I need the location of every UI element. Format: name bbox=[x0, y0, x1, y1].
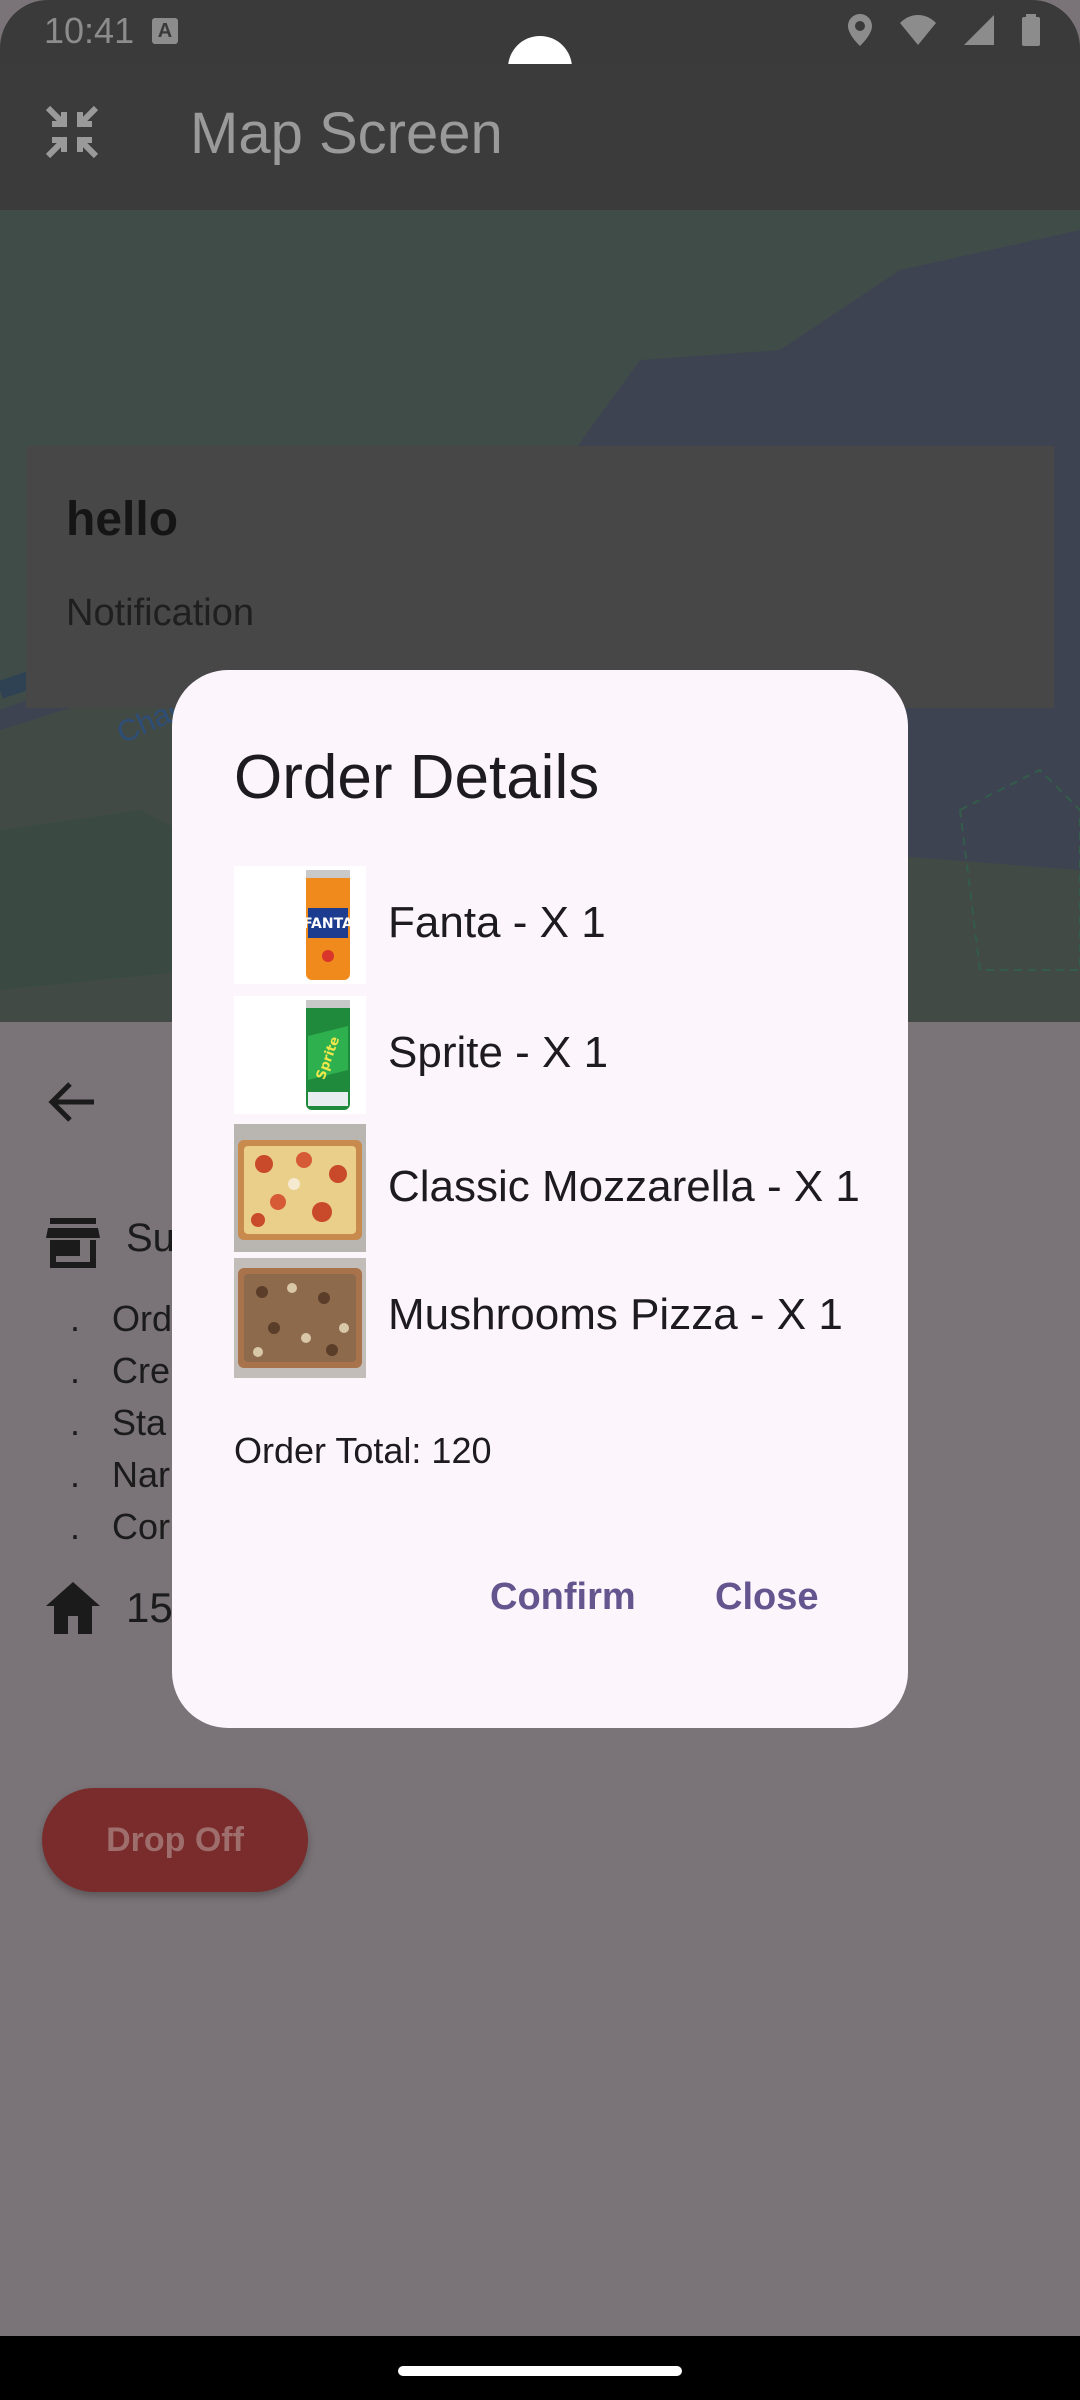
wifi-icon bbox=[900, 15, 936, 50]
collapse-icon[interactable] bbox=[44, 104, 100, 160]
notification-body: Notification bbox=[66, 592, 254, 634]
detail-line: . Sta bbox=[70, 1402, 167, 1443]
app-title: Map Screen bbox=[190, 101, 503, 166]
location-icon bbox=[848, 14, 872, 51]
store-name: Su bbox=[126, 1216, 175, 1260]
close-button[interactable]: Close bbox=[715, 1576, 818, 1619]
address-text: 15 bbox=[126, 1584, 173, 1631]
drop-off-button[interactable]: Drop Off bbox=[42, 1788, 308, 1892]
order-item: FANTA Fanta - X 1 bbox=[234, 866, 874, 984]
notification-title: hello bbox=[66, 493, 179, 546]
order-item: Sprite Sprite - X 1 bbox=[234, 996, 874, 1114]
fanta-thumbnail: FANTA bbox=[234, 866, 366, 984]
detail-line: . Nar bbox=[70, 1454, 171, 1495]
confirm-button[interactable]: Confirm bbox=[490, 1576, 636, 1619]
order-item-label: Mushrooms Pizza - X 1 bbox=[388, 1290, 843, 1339]
signal-icon bbox=[964, 15, 994, 50]
order-item: Mushrooms Pizza - X 1 bbox=[234, 1258, 874, 1378]
svg-text:FANTA: FANTA bbox=[303, 916, 353, 932]
detail-line: . Ord bbox=[70, 1298, 173, 1339]
order-total: Order Total: 120 bbox=[234, 1430, 492, 1471]
order-details-dialog: Order Details FANTA Fanta - X 1 Sprite S… bbox=[172, 670, 908, 1728]
mozzarella-pizza-thumbnail bbox=[234, 1124, 366, 1252]
home-gesture-handle[interactable] bbox=[398, 2366, 682, 2376]
home-icon bbox=[46, 1582, 100, 1634]
mushroom-pizza-thumbnail bbox=[234, 1258, 366, 1378]
app-bar: Map Screen bbox=[0, 64, 1080, 210]
sprite-thumbnail: Sprite bbox=[234, 996, 366, 1114]
dialog-title: Order Details bbox=[234, 743, 600, 812]
store-icon bbox=[46, 1218, 100, 1268]
order-item: Classic Mozzarella - X 1 bbox=[234, 1124, 874, 1252]
order-item-label: Sprite - X 1 bbox=[388, 1028, 609, 1077]
detail-line: . Cre bbox=[70, 1350, 171, 1391]
navigation-bar bbox=[0, 2336, 1080, 2400]
battery-icon bbox=[1022, 14, 1040, 51]
status-icons bbox=[848, 14, 1040, 51]
order-item-label: Fanta - X 1 bbox=[388, 898, 606, 947]
back-arrow-icon[interactable] bbox=[46, 1076, 98, 1128]
notification-card[interactable]: hello Notification bbox=[26, 446, 1054, 708]
detail-line: . Cor bbox=[70, 1506, 171, 1547]
order-item-label: Classic Mozzarella - X 1 bbox=[388, 1162, 860, 1211]
status-time: 10:41 bbox=[44, 10, 135, 51]
notification-badge-icon: A bbox=[152, 18, 178, 44]
